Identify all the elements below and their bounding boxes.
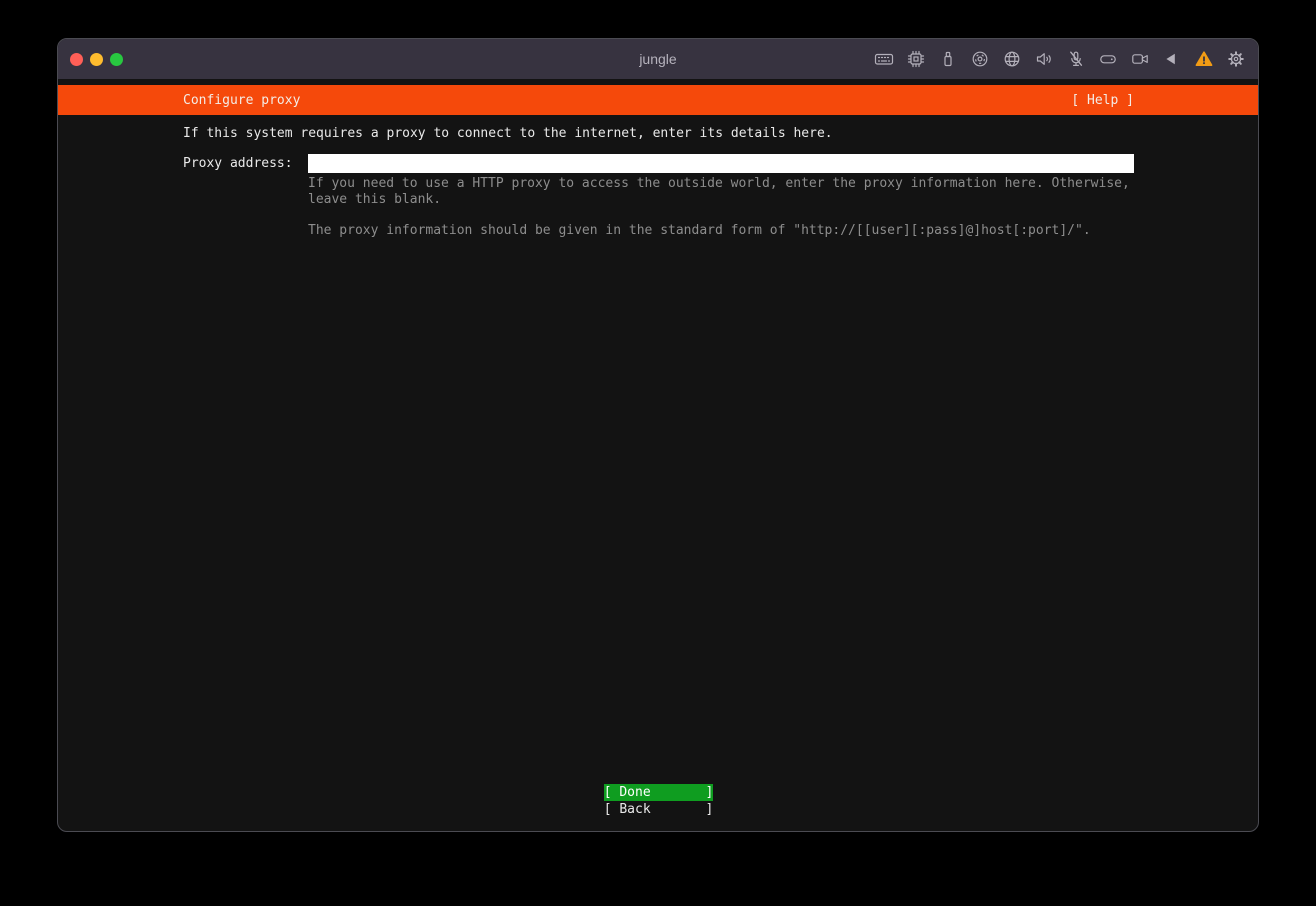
proxy-form-row: Proxy address: [183, 154, 1134, 173]
vm-window: jungle Configure proxy [Help] If this … [57, 38, 1259, 832]
vm-toolbar [874, 49, 1246, 69]
proxy-help-text: If you need to use a HTTP proxy to acces… [308, 176, 1130, 207]
proxy-address-input[interactable] [308, 154, 1134, 173]
help-button[interactable]: [ Help ] [1071, 93, 1134, 108]
sound-icon[interactable] [1034, 49, 1054, 69]
back-button[interactable]: [ Back ] [604, 801, 714, 818]
network-icon[interactable] [1002, 49, 1022, 69]
field-help: If you need to use a HTTP proxy to acces… [308, 176, 1134, 239]
zoom-button[interactable] [110, 52, 123, 66]
intro-text: If this system requires a proxy to conne… [183, 126, 833, 141]
installer-content: If this system requires a proxy to conne… [58, 115, 1258, 831]
cd-icon[interactable] [970, 49, 990, 69]
usb-icon[interactable] [938, 49, 958, 69]
footer-buttons: [ Done ] [ Back ] [183, 784, 1134, 831]
minimize-button[interactable] [90, 52, 103, 66]
mic-muted-icon[interactable] [1066, 49, 1086, 69]
proxy-address-label: Proxy address: [183, 156, 293, 171]
warning-icon[interactable] [1194, 49, 1214, 69]
proxy-format-note: The proxy information should be given in… [308, 223, 1091, 238]
traffic-lights [70, 52, 123, 66]
gear-icon[interactable] [1226, 49, 1246, 69]
camera-icon[interactable] [1130, 49, 1150, 69]
drive-icon[interactable] [1098, 49, 1118, 69]
window-titlebar: jungle [58, 39, 1258, 79]
cpu-icon[interactable] [906, 49, 926, 69]
close-button[interactable] [70, 52, 83, 66]
installer-header: Configure proxy [ Help ] [58, 85, 1258, 115]
keyboard-icon[interactable] [874, 49, 894, 69]
back-arrow-icon[interactable] [1162, 49, 1182, 69]
page-title: Configure proxy [183, 92, 301, 108]
done-button[interactable]: [ Done ] [603, 784, 714, 801]
installer-terminal: Configure proxy [ Help ] If this system … [58, 79, 1258, 831]
